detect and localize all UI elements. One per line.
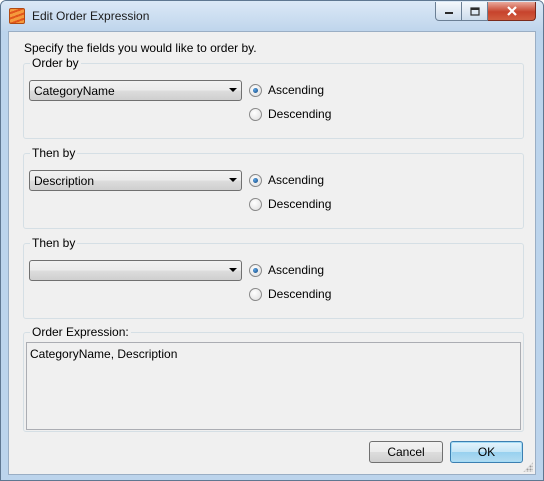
minimize-icon [444, 12, 453, 14]
radio-label: Descending [268, 287, 332, 301]
title-bar[interactable]: Edit Order Expression [1, 1, 543, 31]
close-button[interactable] [488, 2, 536, 21]
dialog-client-area: Specify the fields you would like to ord… [8, 31, 536, 475]
descending-radio[interactable]: Descending [249, 106, 331, 122]
then-by-field-select-2[interactable] [29, 260, 242, 281]
group-label: Then by [30, 236, 78, 250]
chevron-down-icon [229, 88, 237, 92]
descending-radio[interactable]: Descending [249, 286, 331, 302]
ok-button[interactable]: OK [450, 441, 523, 463]
group-label: Order Expression: [30, 325, 131, 339]
window-title: Edit Order Expression [32, 9, 150, 23]
app-icon [9, 8, 25, 24]
selected-field: CategoryName [34, 84, 115, 98]
radio-label: Ascending [268, 83, 325, 97]
then-by-field-select-1[interactable]: Description [29, 170, 242, 191]
order-expression-value: CategoryName, Description [30, 347, 178, 361]
radio-unchecked-icon [249, 107, 262, 121]
maximize-icon [469, 6, 480, 16]
instruction-text: Specify the fields you would like to ord… [24, 41, 257, 55]
radio-label: Ascending [268, 263, 325, 277]
order-expression-group: Order Expression: CategoryName, Descript… [23, 325, 524, 432]
radio-checked-icon [249, 263, 262, 277]
minimize-button[interactable] [435, 2, 462, 21]
chevron-down-icon [229, 268, 237, 272]
then-by-group-2: Then by Ascending Descending [23, 236, 524, 319]
selected-field: Description [34, 174, 95, 188]
radio-unchecked-icon [249, 197, 262, 211]
order-expression-field[interactable]: CategoryName, Description [26, 342, 521, 430]
ascending-radio[interactable]: Ascending [249, 262, 324, 278]
radio-checked-icon [249, 173, 262, 187]
radio-label: Descending [268, 197, 332, 211]
group-label: Then by [30, 146, 78, 160]
radio-unchecked-icon [249, 287, 262, 301]
ascending-radio[interactable]: Ascending [249, 82, 324, 98]
close-icon [506, 6, 517, 16]
chevron-down-icon [229, 178, 237, 182]
then-by-group-1: Then by Description Ascending Descending [23, 146, 524, 229]
resize-grip-icon[interactable] [523, 462, 533, 472]
group-label: Order by [30, 56, 81, 70]
radio-label: Ascending [268, 173, 325, 187]
maximize-button[interactable] [462, 2, 488, 21]
radio-checked-icon [249, 83, 262, 97]
descending-radio[interactable]: Descending [249, 196, 331, 212]
radio-label: Descending [268, 107, 332, 121]
order-by-group: Order by CategoryName Ascending Descendi… [23, 56, 524, 139]
order-by-field-select[interactable]: CategoryName [29, 80, 242, 101]
cancel-button[interactable]: Cancel [369, 441, 443, 463]
ascending-radio[interactable]: Ascending [249, 172, 324, 188]
dialog-window: Edit Order Expression Specify the fields… [0, 0, 544, 481]
